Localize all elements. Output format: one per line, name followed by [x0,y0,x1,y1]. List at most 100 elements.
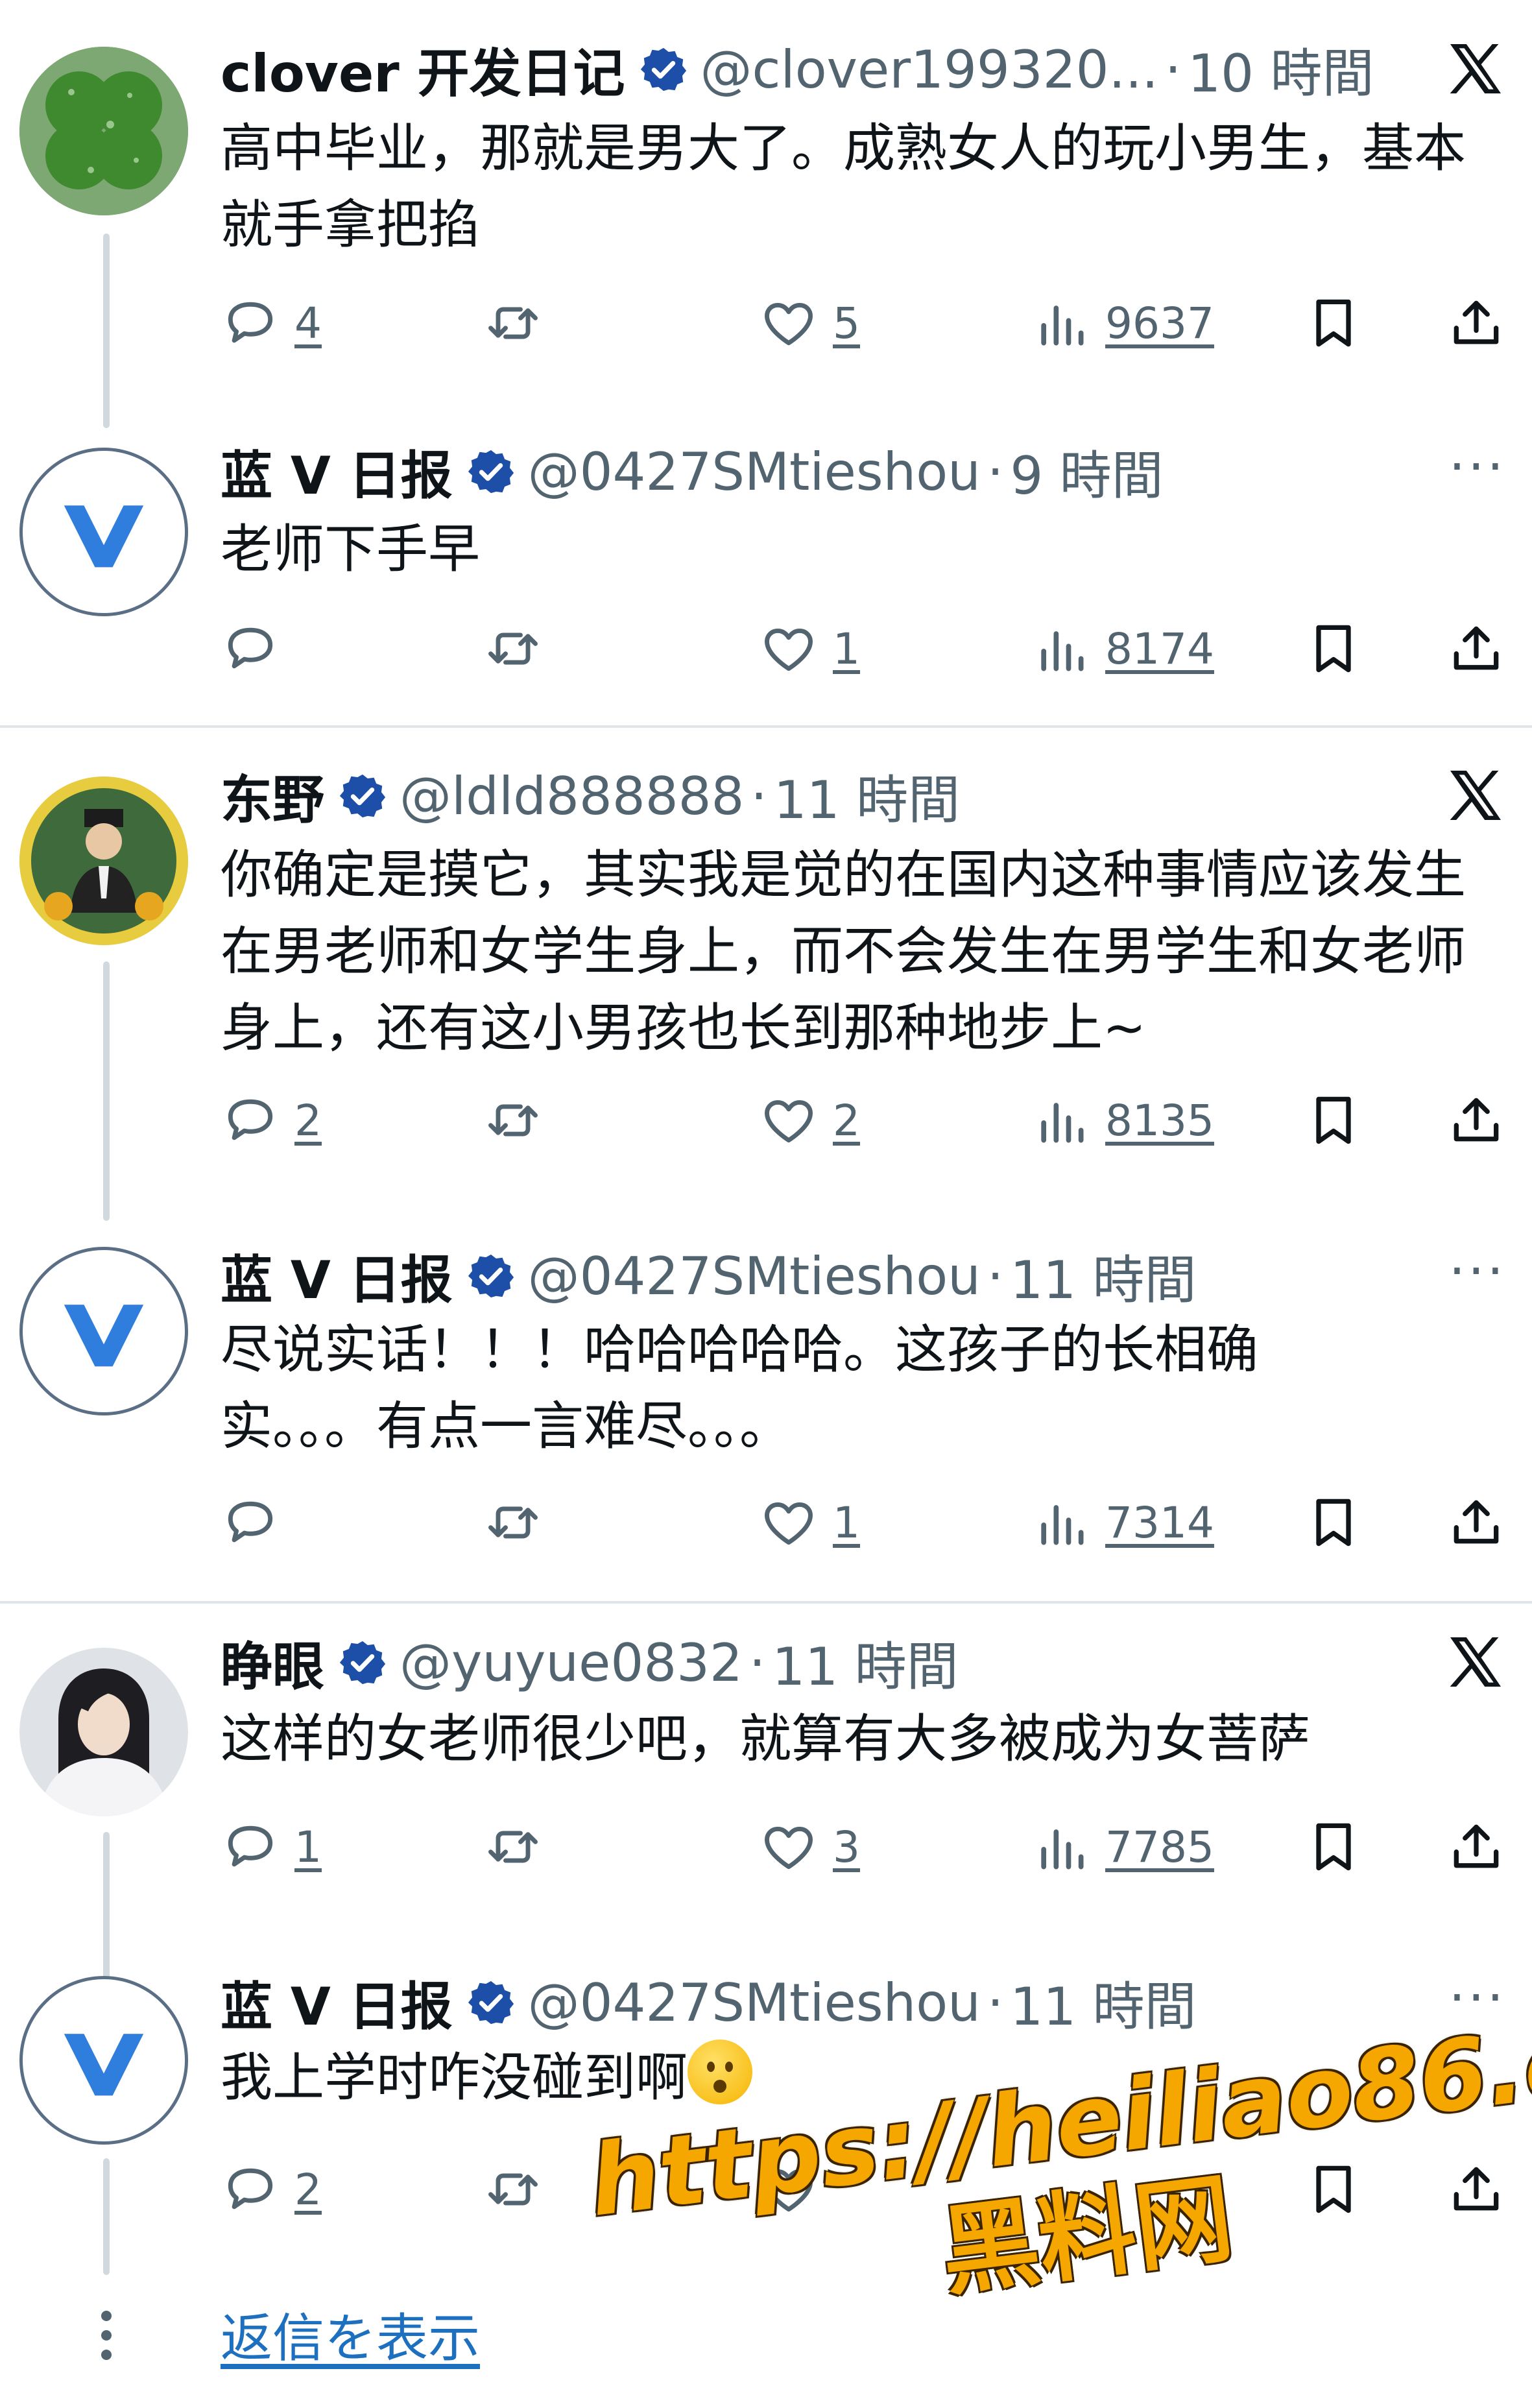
timestamp[interactable]: 9 時間 [1010,434,1163,509]
like-icon [759,1090,819,1150]
like-button[interactable]: 1 [759,613,860,684]
tweet[interactable]: 蓝 V 日报 @0427SMtieshou · 11 時間 ··· 尽说实话！！… [0,1221,1532,1597]
bookmark-button[interactable] [1304,1811,1363,1883]
handle[interactable]: @0427SMtieshou [528,442,981,502]
tweet-text: 老师下手早 [221,519,480,579]
display-name[interactable]: 睁眼 [221,1625,324,1700]
tweet-text: 这样的女老师很少吧，就算有大多被成为女菩萨 [221,1709,1310,1769]
avatar-dongye[interactable] [19,777,188,945]
views-button[interactable]: 9637 [1031,287,1214,359]
action-bar: 2 2 8135 [221,1085,1511,1156]
share-icon [1446,293,1506,353]
avatar-clover-leaf[interactable] [19,47,188,215]
share-button[interactable] [1446,1487,1506,1558]
like-button[interactable]: 3 [759,1811,860,1883]
view-count: 8174 [1105,623,1214,674]
views-icon [1031,293,1091,353]
reply-count: 1 [294,1822,322,1872]
reply-icon [221,1493,280,1552]
verified-badge-icon [466,1977,516,2028]
bookmark-button[interactable] [1304,613,1363,684]
tweet-text: 我上学时咋没碰到啊 [221,2047,688,2108]
views-button[interactable]: 8135 [1031,1085,1214,1156]
action-bar: 1 8174 [221,613,1511,684]
share-button[interactable] [1446,1085,1506,1156]
timestamp[interactable]: 11 時間 [1010,1965,1196,2040]
handle[interactable]: @ldld888888 [400,766,744,826]
retweet-button[interactable] [483,613,543,684]
retweet-button[interactable] [483,1487,543,1558]
handle[interactable]: @0427SMtieshou [528,1973,981,2033]
timestamp[interactable]: 10 時間 [1188,32,1374,107]
timestamp[interactable]: 11 時間 [772,1625,958,1700]
more-icon[interactable]: ··· [1449,1246,1506,1297]
verified-badge-icon [466,446,516,497]
like-count: 2 [833,1095,860,1146]
reply-button[interactable] [221,613,280,684]
retweet-button[interactable] [483,1811,543,1883]
like-icon [759,1493,819,1552]
retweet-button[interactable] [483,1085,543,1156]
like-icon [759,1817,819,1877]
tweet[interactable]: 蓝 V 日报 @0427SMtieshou · 9 時間 ··· 老师下手早 1… [0,415,1532,727]
bookmark-button[interactable] [1304,1085,1363,1156]
tweet-header: 东野 @ldld888888 · 11 時間 [221,760,960,832]
action-bar: 4 5 9637 [221,287,1511,359]
reply-button[interactable]: 4 [221,287,322,359]
tweet[interactable]: 睁眼 @yuyue0832 · 11 時間 这样的女老师很少吧，就算有大多被成为… [0,1604,1532,1981]
show-replies-link[interactable]: 返信を表示 [221,2296,480,2372]
share-button[interactable] [1446,1811,1506,1883]
reply-icon [221,619,280,679]
timestamp[interactable]: 11 時間 [1010,1238,1196,1314]
like-icon [759,619,819,679]
tweet[interactable]: 东野 @ldld888888 · 11 時間 你确定是摸它，其实我是觉的在国内这… [0,728,1532,1221]
x-logo-icon [1444,38,1506,100]
display-name[interactable]: 蓝 V 日报 [221,434,453,509]
reply-button[interactable] [221,1487,280,1558]
like-button[interactable]: 5 [759,287,860,359]
retweet-button[interactable] [483,2154,543,2225]
separator-dot: · [987,441,1004,502]
display-name[interactable]: clover 开发日记 [221,32,625,107]
share-button[interactable] [1446,287,1506,359]
bookmark-icon [1304,1817,1363,1877]
more-icon[interactable]: ··· [1449,441,1506,493]
avatar-zhengyan[interactable] [19,1648,188,1816]
share-button[interactable] [1446,613,1506,684]
handle[interactable]: @yuyue0832 [400,1633,743,1693]
reply-button[interactable]: 2 [221,1085,322,1156]
avatar-blue-v[interactable] [19,1247,188,1415]
bookmark-button[interactable] [1304,287,1363,359]
display-name[interactable]: 蓝 V 日报 [221,1965,453,2040]
like-icon [759,293,819,353]
like-button[interactable]: 2 [759,1085,860,1156]
tweet[interactable]: clover 开发日记 @clover199320... · 10 時間 高中毕… [0,0,1532,428]
avatar-blue-v[interactable] [19,1976,188,2145]
like-count: 1 [833,623,860,674]
tweet-header: 蓝 V 日报 @0427SMtieshou · 11 時間 [221,1240,1197,1312]
views-icon [1031,1817,1091,1877]
reply-icon [221,2160,280,2219]
more-replies-dots-icon [97,2302,115,2369]
views-button[interactable]: 8174 [1031,613,1214,684]
like-button[interactable]: 1 [759,1487,860,1558]
verified-badge-icon [466,1251,516,1301]
like-count: 3 [833,1822,860,1872]
handle[interactable]: @clover199320... [700,40,1158,100]
views-button[interactable]: 7314 [1031,1487,1214,1558]
views-button[interactable]: 7785 [1031,1811,1214,1883]
more-icon[interactable]: ··· [1449,1972,1506,2024]
reply-button[interactable]: 2 [221,2154,322,2225]
timestamp[interactable]: 11 時間 [774,758,960,834]
share-icon [1446,619,1506,679]
retweet-button[interactable] [483,287,543,359]
display-name[interactable]: 蓝 V 日报 [221,1238,453,1314]
bookmark-button[interactable] [1304,1487,1363,1558]
reply-button[interactable]: 1 [221,1811,322,1883]
avatar-blue-v[interactable] [19,448,188,616]
display-name[interactable]: 东野 [221,758,324,834]
tweet-header: 睁眼 @yuyue0832 · 11 時間 [221,1627,959,1698]
view-count: 7785 [1105,1822,1214,1872]
share-icon [1446,1493,1506,1552]
handle[interactable]: @0427SMtieshou [528,1246,981,1306]
